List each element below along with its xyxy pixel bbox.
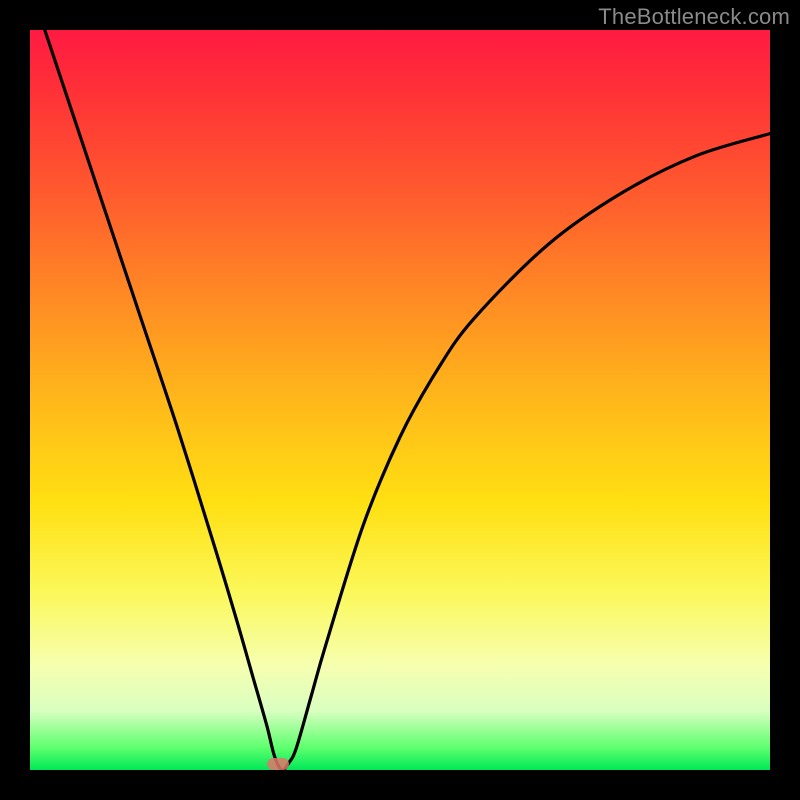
minimum-marker xyxy=(267,758,289,770)
chart-frame: TheBottleneck.com xyxy=(0,0,800,800)
watermark-text: TheBottleneck.com xyxy=(598,4,790,30)
plot-area xyxy=(30,30,770,770)
bottleneck-curve xyxy=(30,30,770,770)
